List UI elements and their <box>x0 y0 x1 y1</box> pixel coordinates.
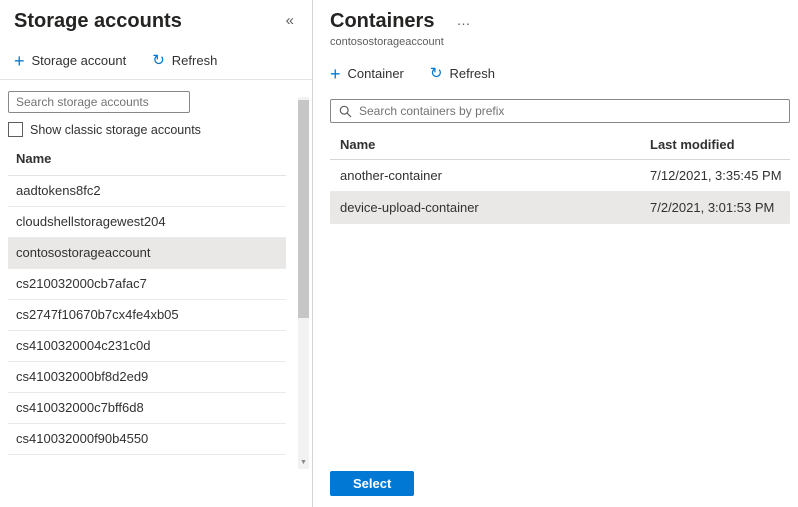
show-classic-accounts-option[interactable]: Show classic storage accounts <box>8 122 286 137</box>
plus-icon: + <box>14 54 25 68</box>
container-row[interactable]: device-upload-container 7/2/2021, 3:01:5… <box>330 192 790 224</box>
storage-accounts-header: Storage accounts « <box>0 0 312 33</box>
search-icon <box>339 105 352 118</box>
containers-header: Containers … <box>330 0 790 33</box>
storage-account-row[interactable]: cs210032000cb7afac7 <box>8 269 286 300</box>
refresh-containers-label: Refresh <box>449 66 495 81</box>
plus-icon: + <box>330 67 341 81</box>
containers-panel: Containers … contosostorageaccount + Con… <box>313 0 798 507</box>
storage-account-name: cs210032000cb7afac7 <box>16 276 147 291</box>
storage-account-name: aadtokens8fc2 <box>16 183 101 198</box>
accounts-name-column-header: Name <box>8 137 286 176</box>
storage-account-list: aadtokens8fc2 cloudshellstoragewest204 c… <box>8 176 286 455</box>
storage-account-row[interactable]: cloudshellstoragewest204 <box>8 207 286 238</box>
add-storage-account-label: Storage account <box>32 53 127 68</box>
storage-account-row[interactable]: aadtokens8fc2 <box>8 176 286 207</box>
search-storage-accounts-input[interactable] <box>8 91 190 113</box>
container-last-modified: 7/12/2021, 3:35:45 PM <box>650 168 790 183</box>
refresh-storage-accounts-button[interactable]: ↻ Refresh <box>152 53 217 68</box>
containers-subtitle: contosostorageaccount <box>330 36 790 48</box>
containers-title: Containers <box>330 10 434 33</box>
container-name: device-upload-container <box>340 200 650 215</box>
refresh-storage-accounts-label: Refresh <box>172 53 218 68</box>
add-container-label: Container <box>348 66 404 81</box>
storage-account-row[interactable]: cs2747f10670b7cx4fe4xb05 <box>8 300 286 331</box>
containers-search-box <box>330 99 790 123</box>
storage-accounts-toolbar: + Storage account ↻ Refresh <box>0 33 312 80</box>
collapse-panel-icon[interactable]: « <box>282 10 298 31</box>
scrollbar-thumb[interactable] <box>298 100 309 318</box>
add-container-button[interactable]: + Container <box>330 66 404 81</box>
storage-account-name: cs2747f10670b7cx4fe4xb05 <box>16 307 179 322</box>
container-row[interactable]: another-container 7/12/2021, 3:35:45 PM <box>330 160 790 192</box>
spacer <box>330 224 790 471</box>
left-list-scrollbar[interactable]: ▼ <box>298 97 309 469</box>
scroll-down-icon[interactable]: ▼ <box>298 455 309 469</box>
azure-storage-picker: Storage accounts « + Storage account ↻ R… <box>0 0 798 507</box>
storage-account-name: contosostorageaccount <box>16 245 150 260</box>
refresh-icon: ↻ <box>430 67 443 81</box>
add-storage-account-button[interactable]: + Storage account <box>14 53 126 68</box>
refresh-containers-button[interactable]: ↻ Refresh <box>430 66 495 81</box>
storage-accounts-title: Storage accounts <box>14 10 182 33</box>
storage-accounts-body: Show classic storage accounts Name aadto… <box>0 80 312 507</box>
select-button[interactable]: Select <box>330 471 414 496</box>
storage-account-name: cs410032000f90b4550 <box>16 431 148 446</box>
containers-toolbar: + Container ↻ Refresh <box>330 48 790 93</box>
storage-account-name: cs410032000bf8d2ed9 <box>16 369 148 384</box>
container-last-modified: 7/2/2021, 3:01:53 PM <box>650 200 790 215</box>
storage-account-row[interactable]: contosostorageaccount <box>8 238 286 269</box>
storage-account-name: cs4100320004c231c0d <box>16 338 150 353</box>
more-options-icon[interactable]: … <box>452 12 475 28</box>
containers-table: Name Last modified another-container 7/1… <box>330 129 790 224</box>
show-classic-accounts-label: Show classic storage accounts <box>30 123 201 137</box>
containers-table-header: Name Last modified <box>330 129 790 160</box>
container-name: another-container <box>340 168 650 183</box>
refresh-icon: ↻ <box>152 54 165 68</box>
checkbox-icon[interactable] <box>8 122 23 137</box>
storage-account-name: cs410032000c7bff6d8 <box>16 400 144 415</box>
storage-account-name: cloudshellstoragewest204 <box>16 214 166 229</box>
containers-footer: Select <box>330 471 790 507</box>
storage-account-row[interactable]: cs410032000bf8d2ed9 <box>8 362 286 393</box>
column-header-last-modified: Last modified <box>650 137 790 152</box>
storage-account-row[interactable]: cs4100320004c231c0d <box>8 331 286 362</box>
storage-account-row[interactable]: cs410032000f90b4550 <box>8 424 286 455</box>
storage-account-row[interactable]: cs410032000c7bff6d8 <box>8 393 286 424</box>
search-containers-input[interactable] <box>359 104 781 118</box>
column-header-name: Name <box>340 137 650 152</box>
storage-accounts-panel: Storage accounts « + Storage account ↻ R… <box>0 0 313 507</box>
